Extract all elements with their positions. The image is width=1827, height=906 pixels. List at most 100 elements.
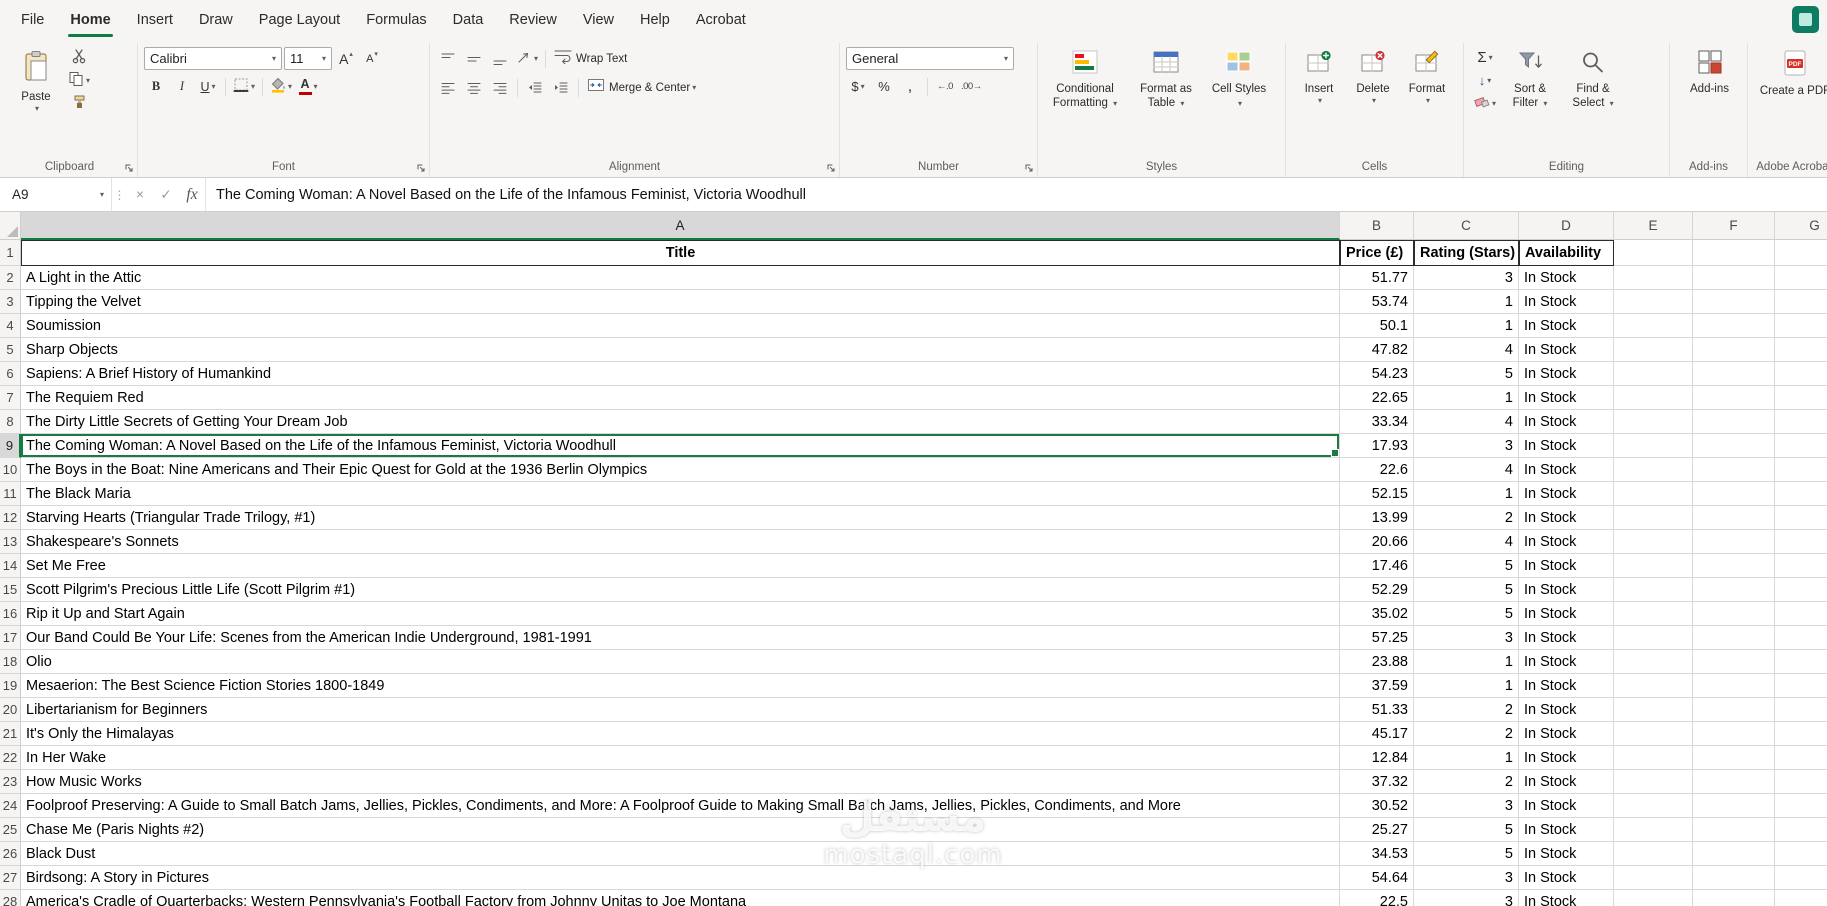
cell-B20[interactable]: 51.33 [1340,698,1414,722]
row-header-5[interactable]: 5 [0,338,21,362]
cell-A28[interactable]: America's Cradle of Quarterbacks: Wester… [21,890,1340,906]
cell-G20[interactable] [1775,698,1827,722]
cell-F13[interactable] [1693,530,1775,554]
cell-B8[interactable]: 33.34 [1340,410,1414,434]
column-header-B[interactable]: B [1340,212,1414,240]
percent-style-button[interactable]: % [872,76,896,97]
cell-D2[interactable]: In Stock [1519,266,1614,290]
decrease-decimal-button[interactable]: .00→ [959,76,984,97]
font-color-button[interactable]: A ▾ [296,76,320,97]
formula-bar-handle[interactable]: ⋮ [112,178,127,211]
align-top-button[interactable] [436,48,460,69]
cell-D8[interactable]: In Stock [1519,410,1614,434]
format-as-table-button[interactable]: Format as Table ▾ [1126,47,1206,114]
increase-font-size-button[interactable]: A ▴ [334,48,358,69]
cell-D26[interactable]: In Stock [1519,842,1614,866]
column-header-C[interactable]: C [1414,212,1519,240]
cell-E6[interactable] [1614,362,1693,386]
row-header-16[interactable]: 16 [0,602,21,626]
row-header-1[interactable]: 1 [0,240,21,266]
row-header-10[interactable]: 10 [0,458,21,482]
align-right-button[interactable] [488,77,512,98]
cell-D18[interactable]: In Stock [1519,650,1614,674]
font-dialog-launcher-icon[interactable] [416,163,426,173]
cell-A18[interactable]: Olio [21,650,1340,674]
cell-F17[interactable] [1693,626,1775,650]
cell-A20[interactable]: Libertarianism for Beginners [21,698,1340,722]
cell-D7[interactable]: In Stock [1519,386,1614,410]
row-header-19[interactable]: 19 [0,674,21,698]
cell-D4[interactable]: In Stock [1519,314,1614,338]
cell-E3[interactable] [1614,290,1693,314]
cell-B23[interactable]: 37.32 [1340,770,1414,794]
cell-C15[interactable]: 5 [1414,578,1519,602]
cell-A17[interactable]: Our Band Could Be Your Life: Scenes from… [21,626,1340,650]
cell-E20[interactable] [1614,698,1693,722]
cell-F14[interactable] [1693,554,1775,578]
cell-C26[interactable]: 5 [1414,842,1519,866]
format-painter-button[interactable] [66,93,92,114]
menu-tab-help[interactable]: Help [627,0,683,40]
cell-E4[interactable] [1614,314,1693,338]
cell-C27[interactable]: 3 [1414,866,1519,890]
cell-C21[interactable]: 2 [1414,722,1519,746]
column-header-A[interactable]: A [21,212,1340,240]
cell-G27[interactable] [1775,866,1827,890]
cell-A24[interactable]: Foolproof Preserving: A Guide to Small B… [21,794,1340,818]
cell-F18[interactable] [1693,650,1775,674]
cell-B10[interactable]: 22.6 [1340,458,1414,482]
cell-G2[interactable] [1775,266,1827,290]
cell-F23[interactable] [1693,770,1775,794]
cell-A21[interactable]: It's Only the Himalayas [21,722,1340,746]
cell-C28[interactable]: 3 [1414,890,1519,906]
cell-D13[interactable]: In Stock [1519,530,1614,554]
cell-A3[interactable]: Tipping the Velvet [21,290,1340,314]
cell-E15[interactable] [1614,578,1693,602]
increase-decimal-button[interactable]: ←.0 [933,76,957,97]
row-header-11[interactable]: 11 [0,482,21,506]
cell-E1[interactable] [1614,240,1693,266]
cell-A2[interactable]: A Light in the Attic [21,266,1340,290]
cell-C3[interactable]: 1 [1414,290,1519,314]
cell-D19[interactable]: In Stock [1519,674,1614,698]
cell-B17[interactable]: 57.25 [1340,626,1414,650]
cell-B21[interactable]: 45.17 [1340,722,1414,746]
borders-button[interactable]: ▾ [231,76,257,97]
increase-indent-button[interactable] [549,77,573,98]
cell-G8[interactable] [1775,410,1827,434]
cell-E12[interactable] [1614,506,1693,530]
cell-F9[interactable] [1693,434,1775,458]
cell-A8[interactable]: The Dirty Little Secrets of Getting Your… [21,410,1340,434]
cell-A4[interactable]: Soumission [21,314,1340,338]
wrap-text-button[interactable]: Wrap Text [551,47,630,70]
cell-B27[interactable]: 54.64 [1340,866,1414,890]
cell-E18[interactable] [1614,650,1693,674]
cell-A7[interactable]: The Requiem Red [21,386,1340,410]
cell-styles-button[interactable]: Cell Styles ▾ [1206,47,1272,114]
cell-C23[interactable]: 2 [1414,770,1519,794]
cell-B5[interactable]: 47.82 [1340,338,1414,362]
insert-function-button[interactable]: fx [179,178,205,211]
cell-D5[interactable]: In Stock [1519,338,1614,362]
cell-F24[interactable] [1693,794,1775,818]
font-family-select[interactable]: Calibri ▾ [144,47,282,70]
cell-E25[interactable] [1614,818,1693,842]
cell-D16[interactable]: In Stock [1519,602,1614,626]
cut-button[interactable] [66,47,92,68]
cell-D27[interactable]: In Stock [1519,866,1614,890]
cell-E13[interactable] [1614,530,1693,554]
cell-B19[interactable]: 37.59 [1340,674,1414,698]
column-header-G[interactable]: G [1775,212,1827,240]
align-bottom-button[interactable] [488,48,512,69]
column-header-D[interactable]: D [1519,212,1614,240]
row-header-21[interactable]: 21 [0,722,21,746]
row-header-7[interactable]: 7 [0,386,21,410]
cell-A27[interactable]: Birdsong: A Story in Pictures [21,866,1340,890]
cell-A19[interactable]: Mesaerion: The Best Science Fiction Stor… [21,674,1340,698]
decrease-font-size-button[interactable]: A ▾ [360,48,384,69]
cell-E7[interactable] [1614,386,1693,410]
row-header-28[interactable]: 28 [0,890,21,906]
cell-B15[interactable]: 52.29 [1340,578,1414,602]
cell-A11[interactable]: The Black Maria [21,482,1340,506]
cell-A1[interactable]: Title [21,240,1340,266]
